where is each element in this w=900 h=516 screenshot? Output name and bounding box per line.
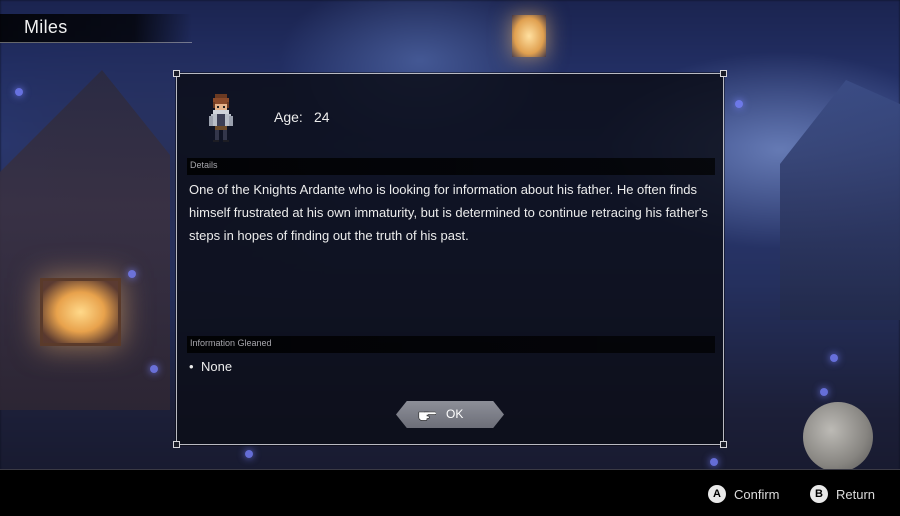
dialog-corner	[720, 441, 727, 448]
background-orb	[803, 402, 873, 472]
button-hint-bar: A Confirm B Return	[0, 469, 900, 516]
sparkle-icon	[245, 450, 253, 458]
sparkle-icon	[830, 354, 838, 362]
game-screen: Miles Age: 24 Details One of the Knights…	[0, 0, 900, 516]
sparkle-icon	[150, 365, 158, 373]
b-button-icon: B	[810, 485, 828, 503]
return-hint[interactable]: B Return	[810, 485, 875, 503]
background-lit-window	[40, 278, 121, 346]
ok-button[interactable]: OK	[396, 401, 504, 428]
sparkle-icon	[820, 388, 828, 396]
confirm-hint[interactable]: A Confirm	[708, 485, 780, 503]
details-section-header: Details	[187, 158, 715, 175]
sparkle-icon	[735, 100, 743, 108]
sparkle-icon	[15, 88, 23, 96]
dialog-corner	[173, 70, 180, 77]
character-portrait	[209, 94, 233, 142]
details-section-label: Details	[190, 160, 218, 170]
confirm-label: Confirm	[734, 486, 780, 502]
pointing-hand-icon	[418, 411, 436, 421]
background-lit-window-top	[512, 15, 546, 57]
sparkle-icon	[128, 270, 136, 278]
information-item: • None	[189, 359, 232, 374]
information-section-label: Information Gleaned	[190, 338, 272, 348]
dialog-corner	[173, 441, 180, 448]
a-button-icon: A	[708, 485, 726, 503]
age-value: 24	[314, 109, 330, 125]
details-description: One of the Knights Ardante who is lookin…	[189, 182, 708, 243]
dialog-corner	[720, 70, 727, 77]
information-section-header: Information Gleaned	[187, 336, 715, 353]
ok-label: OK	[446, 407, 464, 421]
character-name: Miles	[24, 17, 68, 37]
information-item-text: None	[201, 359, 233, 374]
return-label: Return	[836, 486, 876, 502]
age-label: Age:	[274, 109, 303, 125]
bullet-icon: •	[189, 359, 194, 374]
sparkle-icon	[710, 458, 718, 466]
character-profile-dialog: Age: 24 Details One of the Knights Ardan…	[173, 70, 727, 448]
